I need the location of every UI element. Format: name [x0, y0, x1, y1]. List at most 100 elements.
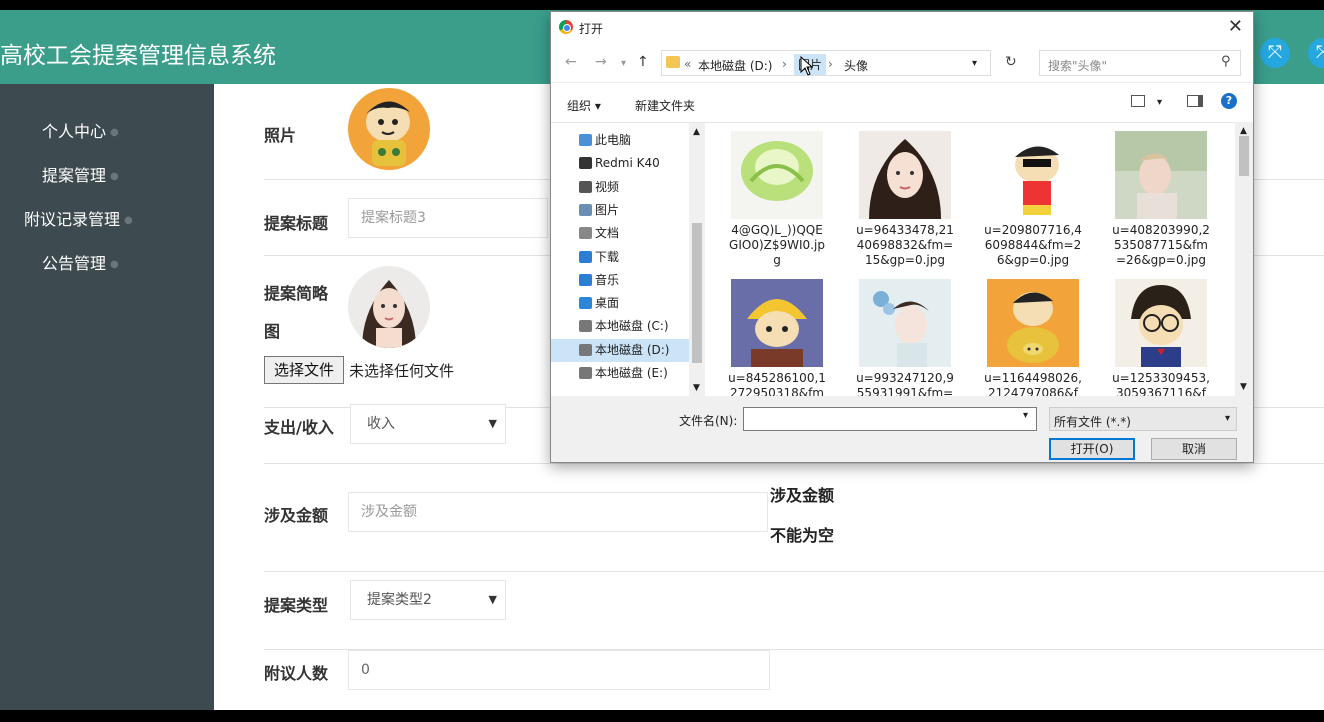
scroll-thumb[interactable]	[692, 223, 702, 363]
bullet-icon: ●	[110, 171, 119, 182]
user-menu-icon[interactable]: ⤧	[1308, 38, 1324, 68]
new-folder-button[interactable]: 新建文件夹	[635, 97, 695, 114]
tree-item[interactable]: Redmi K40	[551, 152, 689, 175]
folder-icon	[666, 56, 680, 68]
search-input[interactable]: 搜索"头像"	[1039, 50, 1241, 76]
file-name[interactable]: 4@GQ)L_))QQE GIO0)Z$9WI0.jp g	[717, 223, 837, 268]
chevron-down-icon[interactable]: ▾	[1023, 410, 1028, 421]
expense-income-select[interactable]: 收入 ▼	[350, 404, 506, 444]
chevron-down-icon[interactable]: ▾	[1157, 97, 1162, 108]
file-name[interactable]: u=209807716,4 6098844&fm=2 6&gp=0.jpg	[973, 223, 1093, 268]
filename-label: 文件名(N):	[679, 414, 738, 428]
tree-item[interactable]: 此电脑	[551, 129, 689, 152]
breadcrumb-separator-icon: ›	[782, 57, 787, 71]
tree-item[interactable]: 本地磁盘 (D:)	[551, 338, 689, 362]
form-row-amount: 涉及金额 涉及金额 涉及金额 不能为空	[264, 464, 1324, 572]
tree-scrollbar[interactable]: ▲ ▼	[689, 123, 705, 397]
expense-income-value: 收入	[367, 416, 395, 432]
close-icon[interactable]: ✕	[1228, 16, 1243, 37]
filename-input[interactable]	[743, 407, 1037, 431]
file-name[interactable]: u=845286100,1 272950318&fm	[717, 371, 837, 396]
scroll-down-icon[interactable]: ▼	[1240, 382, 1247, 392]
drive-icon	[579, 367, 592, 379]
browser-page: 高校工会提案管理信息系统 ⤧ ⤧ 个人中心 ● 提案管理 ● 附议记录管理 ● 公告管…	[0, 10, 1324, 710]
file-thumbnail[interactable]	[987, 131, 1079, 219]
sidebar-item-label: 个人中心	[42, 122, 107, 141]
file-name[interactable]: u=96433478,21 40698832&fm= 15&gp=0.jpg	[845, 223, 965, 268]
grid-scrollbar[interactable]: ▲ ▼	[1235, 122, 1253, 396]
amount-input[interactable]: 涉及金额	[348, 492, 768, 532]
sidebar-item-personal-center[interactable]: 个人中心 ●	[42, 118, 119, 142]
title-input[interactable]: 提案标题3	[348, 198, 548, 238]
tree-item[interactable]: 本地磁盘 (C:)	[551, 315, 689, 338]
sidebar-item-announcements[interactable]: 公告管理 ●	[42, 250, 119, 274]
file-thumbnail[interactable]	[859, 131, 951, 219]
tree-item-label: 本地磁盘 (C:)	[595, 319, 669, 334]
file-name[interactable]: u=1164498026, 2124797086&f	[973, 371, 1093, 396]
scroll-down-icon[interactable]: ▼	[693, 383, 700, 393]
view-options-icon[interactable]	[1131, 95, 1145, 107]
tree-item-label: 视频	[595, 179, 620, 194]
tree-item[interactable]: 桌面	[551, 292, 689, 315]
photo-label: 照片	[264, 126, 297, 145]
breadcrumb-avatars[interactable]: 头像	[844, 57, 868, 74]
chevron-down-icon[interactable]: ▾	[621, 58, 626, 69]
breadcrumb[interactable]: « 本地磁盘 (D:) › 图片 › 头像 ▾	[661, 50, 991, 76]
dialog-title: 打开	[579, 22, 604, 36]
file-name[interactable]: u=408203990,2 535087715&fm =26&gp=0.jpg	[1101, 223, 1221, 268]
type-select[interactable]: 提案类型2 ▼	[350, 580, 506, 620]
refresh-icon[interactable]: ↻	[1005, 54, 1017, 70]
scroll-thumb[interactable]	[1239, 136, 1249, 176]
chevron-down-icon: ▼	[488, 593, 497, 606]
fullscreen-icon[interactable]: ⤧	[1260, 38, 1290, 68]
file-name[interactable]: u=1253309453, 3059367116&f	[1101, 371, 1221, 396]
amount-label: 涉及金额	[264, 506, 329, 525]
seconds-input[interactable]: 0	[348, 650, 770, 690]
tree-item-label: 文档	[595, 226, 620, 241]
forward-arrow-icon[interactable]: →	[595, 54, 607, 70]
tree-item[interactable]: 图片	[551, 199, 689, 222]
form-row-seconds: 附议人数 0	[264, 650, 1324, 710]
up-arrow-icon[interactable]: ↑	[637, 54, 649, 70]
preview-pane-icon[interactable]	[1187, 95, 1203, 107]
cancel-button[interactable]: 取消	[1151, 438, 1237, 460]
scroll-up-icon[interactable]: ▲	[693, 127, 700, 137]
drive-icon	[579, 343, 592, 356]
amount-error-line2: 不能为空	[770, 526, 835, 545]
open-button[interactable]: 打开(O)	[1049, 438, 1135, 460]
sidebar-item-label: 提案管理	[42, 166, 107, 185]
sidebar-item-proposals[interactable]: 提案管理 ●	[42, 162, 119, 186]
tree-item[interactable]: 文档	[551, 222, 689, 245]
file-thumbnail[interactable]	[987, 279, 1079, 367]
breadcrumb-drive-d[interactable]: 本地磁盘 (D:)	[698, 57, 772, 74]
breadcrumb-overflow[interactable]: «	[684, 57, 691, 71]
tree-item-label: 此电脑	[595, 133, 632, 147]
dialog-footer: 文件名(N): ▾ 所有文件 (*.*) ▾ 打开(O) 取消	[551, 396, 1253, 462]
file-thumbnail[interactable]	[1115, 131, 1207, 219]
sidebar-item-seconding-records[interactable]: 附议记录管理 ●	[24, 206, 133, 230]
tree-item[interactable]: 音乐	[551, 269, 689, 292]
phone-icon	[579, 157, 592, 170]
file-thumbnail[interactable]	[859, 279, 951, 367]
title-label: 提案标题	[264, 214, 329, 233]
sidebar-item-label: 附议记录管理	[24, 210, 121, 229]
chrome-icon	[559, 20, 573, 34]
file-thumbnail[interactable]	[731, 131, 823, 219]
chevron-down-icon: ▾	[1224, 413, 1230, 424]
organize-menu[interactable]: 组织 ▾	[567, 97, 601, 114]
tree-item[interactable]: 视频	[551, 176, 689, 199]
back-arrow-icon[interactable]: ←	[565, 54, 577, 70]
tree-item[interactable]: 本地磁盘 (E:)	[551, 362, 689, 385]
file-thumbnail[interactable]	[1115, 279, 1207, 367]
choose-file-button[interactable]: 选择文件	[264, 356, 344, 384]
scroll-up-icon[interactable]: ▲	[1240, 126, 1247, 136]
download-icon	[579, 250, 592, 263]
file-type-select[interactable]: 所有文件 (*.*) ▾	[1049, 407, 1237, 431]
help-icon[interactable]: ?	[1221, 93, 1237, 109]
tree-item-label: 下载	[595, 249, 620, 264]
file-thumbnail[interactable]	[731, 279, 823, 367]
file-name[interactable]: u=993247120,9 55931991&fm=	[845, 371, 965, 396]
tree-item[interactable]: 下载	[551, 246, 689, 269]
chevron-down-icon[interactable]: ▾	[972, 58, 977, 69]
form-row-type: 提案类型 提案类型2 ▼	[264, 572, 1324, 650]
